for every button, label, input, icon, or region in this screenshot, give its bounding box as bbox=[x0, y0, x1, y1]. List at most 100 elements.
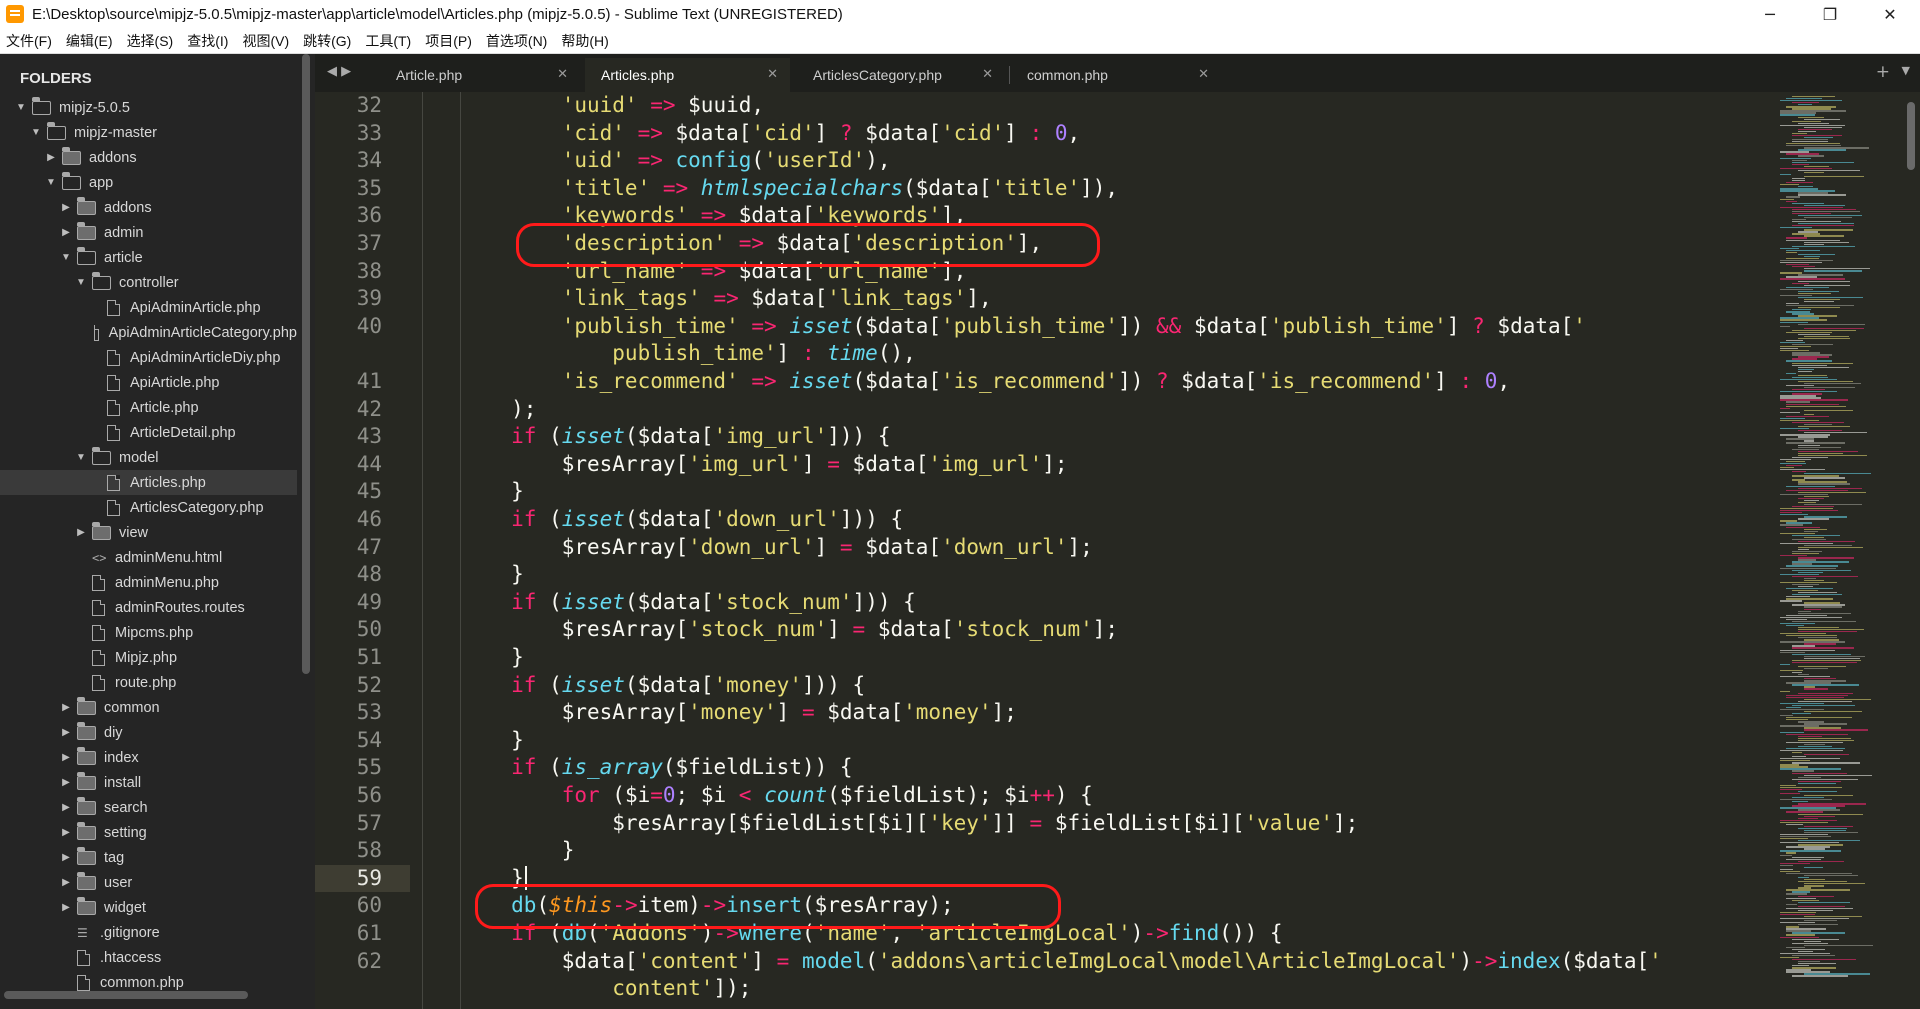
tree-item[interactable]: ▼ mipjz-master bbox=[0, 120, 297, 145]
tree-item[interactable]: Mipcms.php bbox=[0, 620, 297, 645]
chevron-right-icon[interactable]: ▶ bbox=[59, 202, 73, 213]
tree-item[interactable]: ▼ article bbox=[0, 245, 297, 270]
minimap-stroke bbox=[1804, 216, 1852, 219]
tree-item[interactable]: <> adminMenu.html bbox=[0, 545, 297, 570]
line-number: 56 bbox=[356, 783, 382, 807]
tree-item[interactable]: ▶ index bbox=[0, 745, 297, 770]
menu-selection[interactable]: 选择(S) bbox=[127, 31, 174, 51]
tab-article[interactable]: Article.php ✕ bbox=[380, 58, 580, 92]
tree-item[interactable]: ArticleDetail.php bbox=[0, 420, 297, 445]
close-icon[interactable]: ✕ bbox=[982, 67, 993, 82]
close-button[interactable]: ✕ bbox=[1860, 0, 1920, 28]
chevron-right-icon[interactable]: ▶ bbox=[59, 702, 73, 713]
chevron-right-icon[interactable]: ▶ bbox=[59, 227, 73, 238]
menu-project[interactable]: 项目(P) bbox=[425, 31, 472, 51]
tree-item[interactable]: ApiAdminArticleCategory.php bbox=[0, 320, 297, 345]
tree-item[interactable]: ▶ common bbox=[0, 695, 297, 720]
code-token: isset bbox=[561, 424, 625, 449]
code-editor[interactable]: 32 33 34 35 36 37 38 39 40 41 42 43 44 45 46 47 48 49 50 51… bbox=[315, 92, 1920, 1009]
tree-item[interactable]: ▶ diy bbox=[0, 720, 297, 745]
chevron-down-icon[interactable]: ▼ bbox=[74, 452, 88, 463]
code-line: publish_time'] : time(), bbox=[410, 340, 916, 368]
tab-nav-arrows[interactable]: ◀ ▶ bbox=[327, 64, 351, 79]
chevron-down-icon[interactable]: ▼ bbox=[44, 177, 58, 188]
tree-item[interactable]: ▼ mipjz-5.0.5 bbox=[0, 95, 297, 120]
tree-item[interactable]: adminRoutes.routes bbox=[0, 595, 297, 620]
chevron-right-icon[interactable]: ▶ bbox=[74, 527, 88, 538]
tree-item[interactable]: ApiAdminArticleDiy.php bbox=[0, 345, 297, 370]
restore-button[interactable]: ❐ bbox=[1800, 0, 1860, 28]
close-icon[interactable]: ✕ bbox=[767, 67, 778, 82]
tree-item[interactable]: Articles.php bbox=[0, 470, 297, 495]
sidebar-vertical-scrollbar[interactable] bbox=[302, 54, 310, 674]
menu-preferences[interactable]: 首选项(N) bbox=[486, 31, 547, 51]
tree-item[interactable]: ▶ install bbox=[0, 770, 297, 795]
code-token: ])) { bbox=[827, 424, 891, 449]
tree-item[interactable]: Mipjz.php bbox=[0, 645, 297, 670]
tree-item[interactable]: .htaccess bbox=[0, 945, 297, 970]
menu-view[interactable]: 视图(V) bbox=[242, 31, 289, 51]
chevron-right-icon[interactable]: ▶ bbox=[44, 152, 58, 163]
chevron-down-icon[interactable]: ▼ bbox=[29, 127, 43, 138]
chevron-down-icon[interactable]: ▼ bbox=[59, 252, 73, 263]
tree-item[interactable]: ▶ admin bbox=[0, 220, 297, 245]
code-token: => bbox=[738, 313, 777, 338]
tab-menu-icon[interactable]: ▼ bbox=[1902, 64, 1910, 77]
tree-item[interactable]: ApiArticle.php bbox=[0, 370, 297, 395]
chevron-right-icon[interactable]: ▶ bbox=[59, 827, 73, 838]
sidebar-horizontal-scrollbar[interactable] bbox=[4, 991, 248, 999]
tree-item[interactable]: ☰ .gitignore bbox=[0, 920, 297, 945]
tree-item[interactable]: ApiAdminArticle.php bbox=[0, 295, 297, 320]
close-icon[interactable]: ✕ bbox=[557, 67, 568, 82]
minimap[interactable] bbox=[1780, 92, 1900, 1009]
chevron-right-icon[interactable]: ▶ bbox=[59, 802, 73, 813]
code-token: 'userId' bbox=[764, 148, 866, 173]
code-token: if bbox=[410, 507, 537, 531]
tree-item[interactable]: ▶ widget bbox=[0, 895, 297, 920]
code-token: ( bbox=[536, 589, 562, 614]
file-icon bbox=[107, 424, 120, 441]
tab-articles[interactable]: Articles.php ✕ bbox=[585, 58, 790, 92]
chevron-down-icon[interactable]: ▼ bbox=[14, 102, 28, 113]
tree-item[interactable]: ArticlesCategory.php bbox=[0, 495, 297, 520]
tree-item[interactable]: Article.php bbox=[0, 395, 297, 420]
chevron-right-icon[interactable]: ▶ bbox=[59, 852, 73, 863]
chevron-right-icon[interactable]: ▶ bbox=[59, 902, 73, 913]
tree-item[interactable]: ▶ search bbox=[0, 795, 297, 820]
tree-item[interactable]: route.php bbox=[0, 670, 297, 695]
chevron-right-icon[interactable]: ▶ bbox=[59, 727, 73, 738]
tree-item[interactable]: ▶ view bbox=[0, 520, 297, 545]
code-line: } bbox=[410, 478, 524, 506]
editor-vertical-scrollbar[interactable] bbox=[1907, 102, 1915, 170]
tree-item[interactable]: adminMenu.php bbox=[0, 570, 297, 595]
tab-common[interactable]: common.php ✕ bbox=[1011, 58, 1221, 92]
tree-item[interactable]: ▶ addons bbox=[0, 145, 297, 170]
code-token: ]] bbox=[991, 810, 1030, 835]
menu-find[interactable]: 查找(I) bbox=[187, 31, 228, 51]
chevron-right-icon[interactable]: ▶ bbox=[59, 877, 73, 888]
minimize-button[interactable]: ─ bbox=[1740, 0, 1800, 28]
menu-tools[interactable]: 工具(T) bbox=[365, 31, 411, 51]
tree-item[interactable]: ▼ controller bbox=[0, 270, 297, 295]
code-token: (), bbox=[877, 341, 916, 366]
tree-item-label: admin bbox=[104, 224, 144, 241]
tree-item[interactable]: ▼ model bbox=[0, 445, 297, 470]
new-tab-icon[interactable]: + bbox=[1876, 62, 1890, 82]
code-token: 'title' bbox=[991, 175, 1081, 200]
tree-item[interactable]: ▼ app bbox=[0, 170, 297, 195]
menu-file[interactable]: 文件(F) bbox=[6, 31, 52, 51]
tree-item[interactable]: ▶ addons bbox=[0, 195, 297, 220]
tab-articles-category[interactable]: ArticlesCategory.php ✕ bbox=[797, 58, 1005, 92]
tree-item[interactable]: ▶ tag bbox=[0, 845, 297, 870]
menu-help[interactable]: 帮助(H) bbox=[561, 31, 608, 51]
tree-item[interactable]: ▶ setting bbox=[0, 820, 297, 845]
chevron-down-icon[interactable]: ▼ bbox=[74, 277, 88, 288]
menu-goto[interactable]: 跳转(G) bbox=[303, 31, 351, 51]
code-token: 'key' bbox=[928, 810, 992, 835]
chevron-right-icon[interactable]: ▶ bbox=[59, 777, 73, 788]
code-token: 'img_url' bbox=[713, 424, 828, 449]
chevron-right-icon[interactable]: ▶ bbox=[59, 752, 73, 763]
close-icon[interactable]: ✕ bbox=[1198, 67, 1209, 82]
tree-item[interactable]: ▶ user bbox=[0, 870, 297, 895]
menu-edit[interactable]: 编辑(E) bbox=[66, 31, 113, 51]
